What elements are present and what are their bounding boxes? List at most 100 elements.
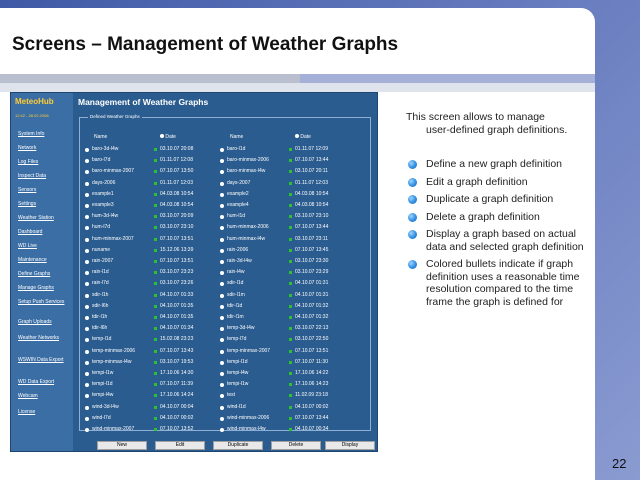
graph-date: 04.03.08 10:54 — [295, 202, 329, 208]
bullet-dot-icon — [408, 160, 417, 169]
graph-name: wind-3d-l4w — [92, 403, 119, 410]
graph-row: days-2006 01.11.07 12:03 days-2007 01.11.07… — [80, 178, 370, 188]
graph-name: temp-minmax-2007 — [227, 347, 271, 354]
graph-date: 15.12.06 13:39 — [160, 246, 194, 253]
graph-date: 03.10.07 20:11 — [295, 168, 328, 175]
delete-button[interactable]: Delete — [271, 441, 321, 450]
nav-item[interactable]: Webcam — [18, 393, 72, 399]
edit-button[interactable]: Edit — [155, 441, 205, 450]
graph-row: tempi-l4w 17.10.06 14:24 test 11.02.09 23:1… — [80, 390, 370, 400]
graph-name: hum-l7d — [92, 224, 111, 231]
graph-date: 03.10.07 23:23 — [160, 269, 194, 276]
graph-date: 04.10.07 01:32 — [295, 314, 329, 320]
graph-date: 07.10.07 11:39 — [160, 381, 193, 388]
graph-date: 03.10.07 20:09 — [160, 213, 194, 220]
col-header-date-1: Date — [160, 134, 176, 140]
title-underline-bar — [0, 74, 595, 92]
graph-date: 04.10.07 01:32 — [295, 302, 329, 309]
col-header-name-2: Name — [230, 134, 244, 140]
graph-date: 03.10.07 22:50 — [295, 336, 329, 343]
display-button[interactable]: Display — [325, 441, 375, 450]
graph-name: tempi-l4w — [92, 392, 114, 399]
graph-date: 07.10.07 13:44 — [295, 224, 329, 231]
graph-row: tempi-l1w 17.10.06 14:30 tempi-l4w 17.10.06… — [80, 368, 370, 378]
nav-item[interactable]: License — [18, 409, 72, 415]
graph-name: hum-3d-l4w — [92, 213, 119, 220]
graph-row: temp-l1d 15.02.08 23:23 temp-l7d 03.10.07 2… — [80, 334, 370, 344]
graph-name: example3 — [92, 202, 114, 208]
duplicate-button[interactable]: Duplicate — [213, 441, 263, 450]
nav-item[interactable]: WD Live — [18, 243, 72, 249]
bullet-item: Display a graph based on actual data and… — [406, 228, 591, 253]
graph-date: 17.10.06 14:24 — [160, 392, 194, 399]
graph-name: temp-minmax-l4w — [92, 358, 132, 365]
graph-name: days-2006 — [92, 179, 116, 186]
graph-date: 01.11.07 12:03 — [160, 179, 193, 186]
bullet-item: Colored bullets indicate if graph defini… — [406, 258, 591, 308]
nav-item[interactable]: System Info — [18, 131, 72, 137]
intro-line-1: This screen allows to manage — [406, 111, 545, 123]
nav-item[interactable]: Weather Networks — [18, 335, 72, 341]
graph-name: sdir-l1d — [227, 280, 244, 287]
graph-row: tdir-l6h 04.10.07 01:34 temp-3d-l4w 03.10.0… — [80, 323, 370, 333]
intro-text: This screen allows to manage user-define… — [406, 111, 588, 137]
graph-date: 04.10.07 01:34 — [160, 325, 194, 332]
graph-name: hum-minmax-2006 — [227, 224, 269, 231]
graph-date: 04.10.07 01:33 — [160, 291, 194, 298]
graph-name: temp-l1d — [92, 336, 112, 343]
nav-item[interactable]: Log Files — [18, 159, 72, 165]
graph-date: 07.10.07 13:50 — [160, 168, 194, 175]
nav-item[interactable]: Setup Push Services — [18, 299, 72, 305]
graph-name: tempi-l4w — [227, 370, 249, 376]
bullet-item: Duplicate a graph definition — [406, 193, 591, 206]
nav-item[interactable]: Define Graphs — [18, 271, 72, 277]
graph-row: baro-l7d 01.11.07 12:08 baro-minmax-2006 07… — [80, 155, 370, 165]
graph-name: wind-minmax-2006 — [227, 414, 270, 421]
graph-row: temp-minmax-l4w 03.10.07 19:53 tempi-l1d 07… — [80, 357, 370, 367]
graph-date: 07.10.07 13:44 — [295, 414, 329, 421]
graph-date: 17.10.06 14:23 — [295, 381, 329, 388]
graph-name: example2 — [227, 190, 249, 197]
graph-date: 04.10.07 01:35 — [160, 302, 194, 309]
graph-date: 17.10.06 14:22 — [295, 370, 329, 376]
graph-name: tempi-l1d — [92, 381, 113, 388]
graph-row: wind-3d-l4w 04.10.07 00:04 wind-l1d 04.10.0… — [80, 402, 370, 412]
nav-item[interactable]: WD Data Export — [18, 379, 72, 385]
nav-item[interactable]: Dashboard — [18, 229, 72, 235]
graph-name: tdir-l1d — [227, 302, 243, 309]
graph-date: 03.10.07 23:29 — [295, 269, 329, 276]
graph-date: 04.10.07 01:31 — [295, 280, 329, 287]
graph-name: rain-l7d — [92, 280, 109, 287]
bullet-dot-icon — [408, 195, 417, 204]
nav-item[interactable]: Manage Graphs — [18, 285, 72, 291]
nav-item[interactable]: Inspect Data — [18, 173, 72, 179]
graph-name: wind-l7d — [92, 414, 111, 421]
graph-name: temp-3d-l4w — [227, 325, 255, 332]
new-button[interactable]: New — [97, 441, 147, 450]
graph-name: baro-l1d — [227, 146, 246, 152]
slide: Screens – Management of Weather Graphs M… — [0, 8, 595, 480]
graph-date: 07.10.07 13:45 — [295, 246, 329, 253]
app-sidebar: MeteoHub 12:42 - 28.02.2008 System Info N… — [11, 93, 73, 451]
graph-name: tdir-l1m — [227, 314, 244, 320]
graph-date: 03.10.07 19:53 — [160, 358, 194, 365]
nav-item[interactable]: Graph Uploads — [18, 319, 72, 325]
nav-item[interactable]: WSWIN Data Export — [18, 357, 72, 363]
nav-item[interactable]: Settings — [18, 201, 72, 207]
app-main: Defined Weather Graphs Name Date Name Da… — [75, 111, 377, 451]
graph-name: rain-l4w — [227, 269, 245, 276]
graph-row: tempi-l1d 07.10.07 11:39 tempi-l1w 17.10.06… — [80, 379, 370, 389]
graph-date: 04.10.07 00:04 — [160, 403, 194, 410]
graph-row: example1 04.03.08 10:54 example2 04.03.08 1… — [80, 189, 370, 199]
graph-name: baro-l7d — [92, 157, 111, 164]
nav-item[interactable]: Network — [18, 145, 72, 151]
graph-name: rain-3d-l4w — [227, 258, 252, 264]
nav-item[interactable]: Weather Station — [18, 215, 72, 221]
nav-item[interactable]: Maintenance — [18, 257, 72, 263]
graph-date: 04.03.08 10:54 — [160, 190, 194, 197]
graphs-fieldset: Defined Weather Graphs Name Date Name Da… — [79, 114, 371, 432]
graph-row: baro-3d-l4w 03.10.07 20:08 baro-l1d 01.11.0… — [80, 144, 370, 154]
nav-item[interactable]: Sensors — [18, 187, 72, 193]
graph-date: 03.10.07 20:08 — [160, 146, 194, 152]
graph-row: temp-minmax-2006 07.10.07 13:43 temp-minma… — [80, 346, 370, 356]
